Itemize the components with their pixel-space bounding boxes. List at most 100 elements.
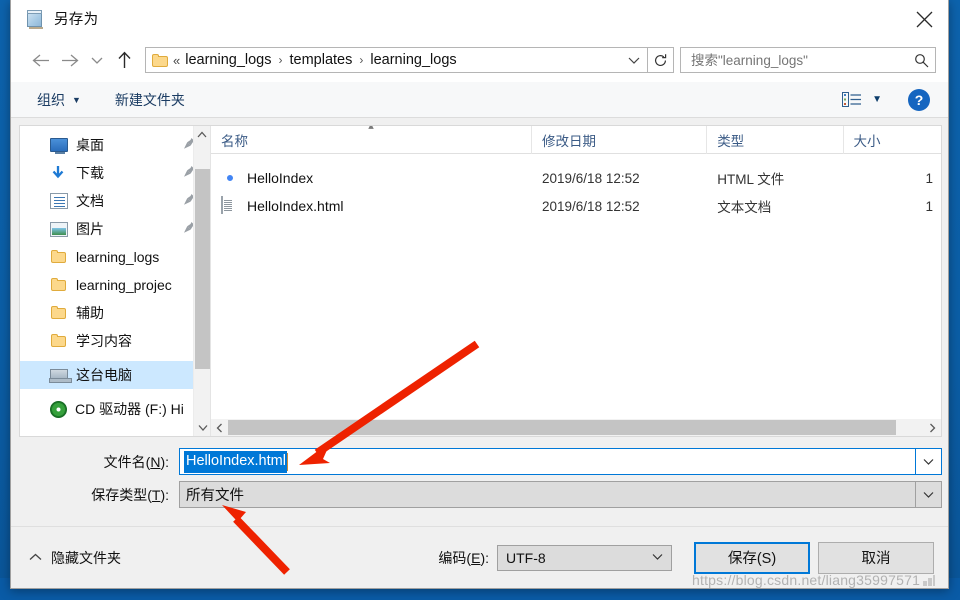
- horizontal-scroll-thumb[interactable]: [228, 420, 896, 435]
- filename-chevron-down-icon[interactable]: [916, 448, 942, 475]
- hide-folders-label: 隐藏文件夹: [51, 549, 121, 566]
- up-icon[interactable]: [109, 45, 139, 75]
- navigation-pane: 桌面 下载 文档 图片 learning_logs learning_proje…: [20, 126, 210, 436]
- filetype-label-pre: 保存类型(: [91, 486, 152, 503]
- view-chevron-down-icon[interactable]: ▼: [872, 94, 882, 105]
- cancel-button[interactable]: 取消: [818, 541, 934, 574]
- sidebar-item-learning-project[interactable]: learning_projec: [20, 271, 210, 299]
- search-input[interactable]: [689, 51, 911, 69]
- help-button[interactable]: ?: [908, 88, 930, 111]
- new-folder-label: 新建文件夹: [114, 91, 185, 108]
- column-header-date[interactable]: 修改日期: [532, 126, 708, 154]
- folder-icon: [50, 249, 68, 265]
- filename-label-key: N: [150, 453, 161, 470]
- cancel-label: 取消: [861, 551, 891, 567]
- breadcrumb-item-0[interactable]: learning_logs: [183, 52, 273, 68]
- filename-input[interactable]: HelloIndex.html: [179, 448, 916, 475]
- filename-label-pre: 文件名(: [103, 453, 151, 470]
- sidebar-item-fuzhu[interactable]: 辅助: [20, 299, 210, 327]
- address-bar[interactable]: « learning_logs › templates › learning_l…: [145, 47, 648, 73]
- sidebar-item-downloads[interactable]: 下载: [20, 159, 210, 187]
- refresh-icon[interactable]: [648, 47, 674, 73]
- file-name-cell[interactable]: HelloIndex.html: [211, 196, 532, 215]
- hide-folders-toggle[interactable]: 隐藏文件夹: [29, 548, 121, 568]
- sidebar-scrollbar[interactable]: [193, 126, 210, 436]
- scroll-down-icon[interactable]: [194, 419, 210, 436]
- forward-icon[interactable]: [55, 45, 85, 75]
- encoding-select[interactable]: UTF-8: [497, 544, 672, 571]
- search-icon[interactable]: [911, 53, 931, 68]
- file-name-cell[interactable]: HelloIndex: [211, 169, 532, 187]
- filename-label: 文件名(N):: [19, 452, 179, 472]
- text-file-icon: [221, 196, 239, 215]
- file-date-cell: 2019/6/18 12:52: [542, 198, 640, 214]
- breadcrumb: « learning_logs › templates › learning_l…: [173, 52, 623, 68]
- encoding-label: 编码(E):: [438, 548, 489, 568]
- filename-value: HelloIndex.html: [184, 450, 287, 473]
- csdn-logo-icon: [923, 575, 936, 587]
- horizontal-scroll-track[interactable]: [228, 419, 924, 436]
- recent-locations-chevron-down-icon[interactable]: [85, 45, 109, 75]
- cd-drive-icon: [50, 400, 67, 418]
- sidebar-item-label: 辅助: [76, 305, 104, 321]
- breadcrumb-item-1[interactable]: templates: [288, 52, 355, 68]
- this-pc-icon: [49, 369, 72, 383]
- file-date-cell: 2019/6/18 12:52: [542, 170, 640, 186]
- text-cursor: [286, 452, 288, 471]
- filetype-label-post: ):: [160, 486, 169, 503]
- column-header-type[interactable]: 类型: [707, 126, 844, 154]
- save-as-dialog: 另存为 « learning_logs › templates › learni…: [10, 0, 949, 589]
- folder-icon: [50, 277, 68, 293]
- browse-area: 桌面 下载 文档 图片 learning_logs learning_proje…: [19, 125, 942, 437]
- notepad-icon: [25, 9, 45, 29]
- filetype-chevron-down-icon[interactable]: [916, 481, 942, 508]
- breadcrumb-separator[interactable]: ›: [274, 53, 288, 67]
- breadcrumb-item-2[interactable]: learning_logs: [368, 52, 458, 68]
- list-view-icon[interactable]: [842, 91, 862, 109]
- table-row[interactable]: HelloIndex.html 2019/6/18 12:52 文本文档 1: [211, 192, 941, 220]
- filetype-label: 保存类型(T):: [19, 485, 179, 505]
- save-button[interactable]: 保存(S): [694, 541, 810, 574]
- search-box[interactable]: [680, 47, 936, 73]
- column-header-size[interactable]: 大小: [844, 126, 941, 154]
- navigation-pane-list: 桌面 下载 文档 图片 learning_logs learning_proje…: [20, 126, 210, 423]
- chrome-file-icon: [221, 169, 239, 187]
- scroll-right-icon[interactable]: [924, 419, 941, 436]
- window-title: 另存为: [54, 12, 99, 28]
- sidebar-item-cd-drive[interactable]: CD 驱动器 (F:) Hi: [20, 395, 210, 423]
- chevron-down-icon: [652, 552, 663, 564]
- save-form: 文件名(N): HelloIndex.html 保存类型(T): 所有文件: [19, 448, 942, 514]
- sidebar-item-learning-logs[interactable]: learning_logs: [20, 243, 210, 271]
- table-row[interactable]: HelloIndex 2019/6/18 12:52 HTML 文件 1: [211, 164, 941, 192]
- sidebar-scroll-thumb[interactable]: [195, 169, 210, 369]
- sidebar-item-label: CD 驱动器 (F:) Hi: [75, 401, 184, 417]
- column-header-name[interactable]: 名称: [211, 126, 532, 154]
- sidebar-item-desktop[interactable]: 桌面: [20, 131, 210, 159]
- breadcrumb-separator[interactable]: ›: [354, 53, 368, 67]
- back-icon[interactable]: [25, 45, 55, 75]
- organize-button[interactable]: 组织 ▼: [37, 90, 81, 110]
- sidebar-item-documents[interactable]: 文档: [20, 187, 210, 215]
- file-list-horizontal-scrollbar[interactable]: [211, 419, 941, 436]
- new-folder-button[interactable]: 新建文件夹: [115, 90, 185, 110]
- download-icon: [50, 165, 68, 181]
- sidebar-item-label: learning_logs: [76, 249, 160, 265]
- address-chevron-down-icon[interactable]: [623, 56, 645, 65]
- sidebar-item-this-pc[interactable]: 这台电脑: [20, 361, 210, 389]
- organize-label: 组织: [37, 91, 65, 108]
- scroll-up-icon[interactable]: [194, 126, 210, 143]
- chevron-down-icon: ▼: [72, 94, 81, 105]
- breadcrumb-prefix[interactable]: «: [173, 53, 183, 68]
- sidebar-item-label: 这台电脑: [76, 367, 132, 383]
- sidebar-item-label: 图片: [76, 221, 104, 237]
- sidebar-item-pictures[interactable]: 图片: [20, 215, 210, 243]
- command-bar-right: ▼ ?: [842, 88, 948, 111]
- sidebar-item-study-content[interactable]: 学习内容: [20, 327, 210, 355]
- close-icon[interactable]: [900, 0, 948, 38]
- filetype-row: 保存类型(T): 所有文件: [19, 481, 942, 508]
- filetype-select[interactable]: 所有文件: [179, 481, 916, 508]
- sidebar-item-label: 学习内容: [76, 333, 132, 349]
- file-name-label: HelloIndex: [247, 170, 314, 186]
- folder-icon: [50, 305, 68, 321]
- scroll-left-icon[interactable]: [211, 419, 228, 436]
